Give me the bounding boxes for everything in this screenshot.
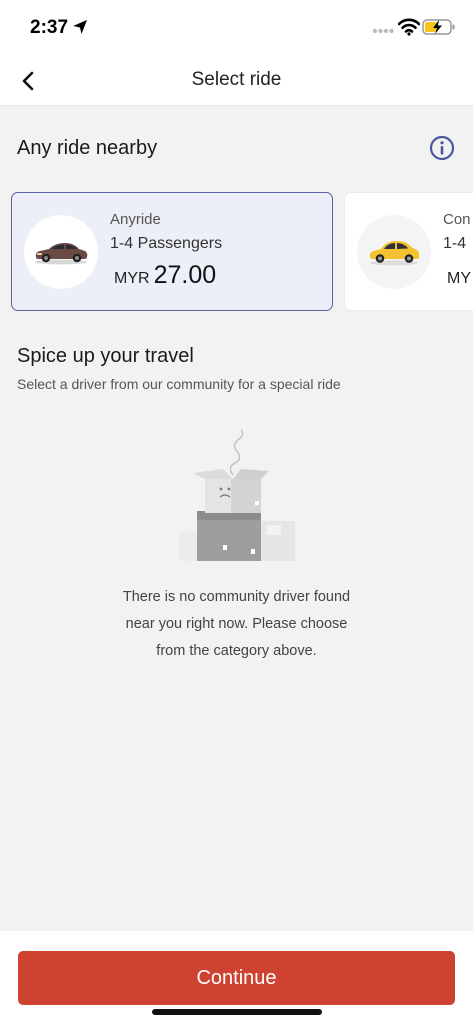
yellow-hatchback-icon bbox=[369, 241, 420, 266]
price-amount: 27.00 bbox=[153, 261, 217, 289]
ride-name: Anyride bbox=[110, 211, 161, 228]
page-title: Select ride bbox=[191, 69, 282, 90]
status-time: 2:37 bbox=[30, 17, 69, 38]
select-ride-screen: 2:37 Select ride Any ride nearby Anyride… bbox=[0, 0, 473, 1024]
ride-passengers: 1-4 bbox=[443, 235, 467, 252]
ride-price: MYR 27.00 bbox=[114, 261, 216, 290]
empty-state-text-line-1: There is no community driver found bbox=[122, 589, 351, 605]
empty-state-text-line-2: near you right now. Please choose bbox=[125, 616, 348, 632]
car-avatar bbox=[357, 215, 431, 289]
nav-bar: Select ride bbox=[0, 55, 473, 106]
ride-passengers: 1-4 Passengers bbox=[110, 235, 223, 252]
brown-sedan-icon bbox=[35, 243, 88, 265]
community-section-title: Spice up your travel bbox=[17, 345, 194, 367]
home-indicator[interactable] bbox=[152, 1009, 322, 1015]
empty-boxes-illustration bbox=[179, 429, 295, 561]
signal-icon bbox=[372, 28, 394, 34]
price-currency: MY bbox=[447, 270, 471, 287]
status-bar: 2:37 bbox=[0, 0, 473, 55]
continue-button[interactable]: Continue bbox=[18, 951, 455, 1005]
price-currency: MYR bbox=[114, 270, 150, 287]
rides-section-title: Any ride nearby bbox=[17, 137, 158, 159]
info-icon[interactable] bbox=[429, 135, 455, 161]
wifi-icon bbox=[398, 18, 420, 36]
ride-name: Con bbox=[443, 211, 471, 228]
ride-price: MY bbox=[447, 261, 473, 290]
ride-card-comfort[interactable]: Con 1-4 MY bbox=[344, 192, 473, 311]
battery-charging-icon bbox=[422, 19, 455, 35]
location-arrow-icon bbox=[73, 20, 87, 34]
empty-state-text-line-3: from the category above. bbox=[156, 643, 317, 659]
community-section-subtitle: Select a driver from our community for a… bbox=[17, 376, 341, 392]
ride-card-anyride[interactable]: Anyride 1-4 Passengers MYR 27.00 bbox=[11, 192, 333, 311]
car-avatar bbox=[24, 215, 98, 289]
